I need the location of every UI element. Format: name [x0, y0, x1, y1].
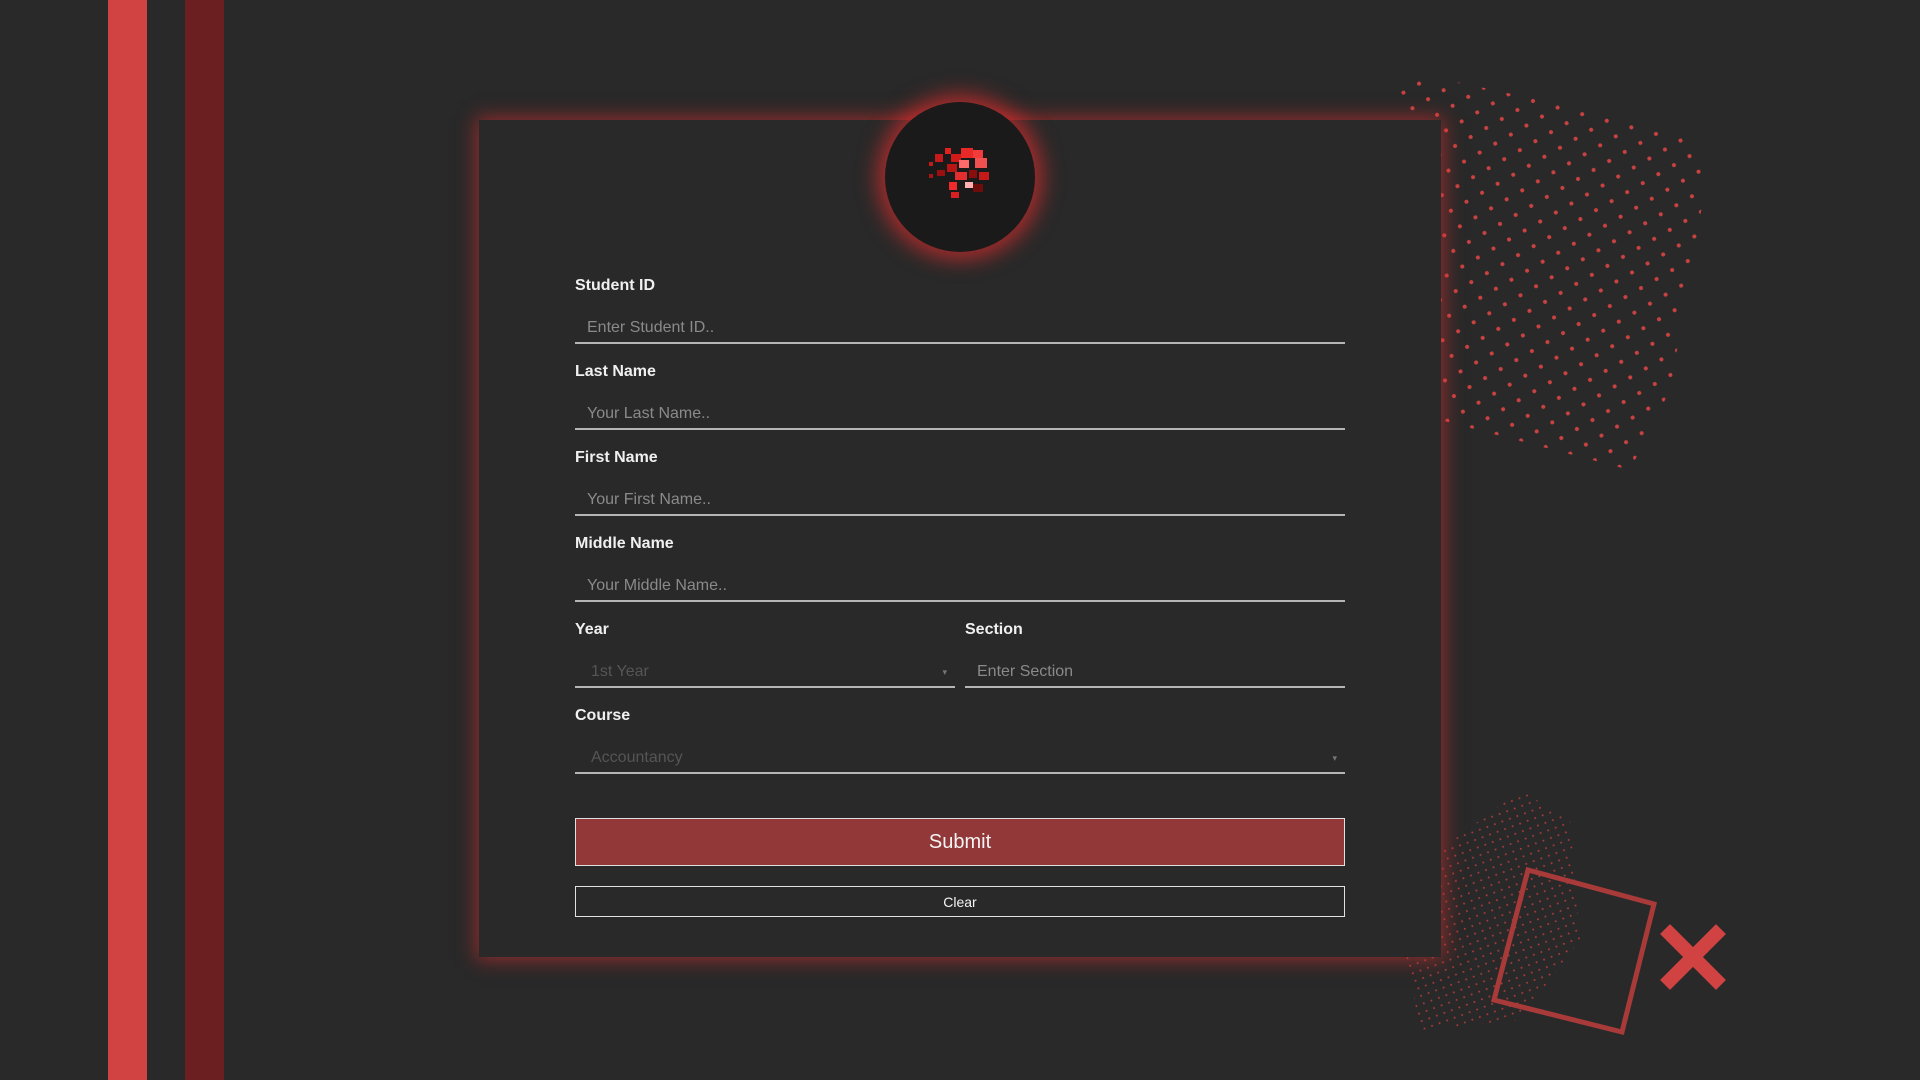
- course-field: Course Accountancy ▾: [575, 706, 1345, 774]
- course-label: Course: [575, 707, 631, 724]
- middle-name-field: Middle Name Your Middle Name..: [575, 534, 1345, 602]
- course-select-value: Accountancy: [591, 749, 683, 766]
- section-label: Section: [965, 621, 1023, 638]
- chevron-down-icon: ▾: [942, 667, 947, 677]
- last-name-input[interactable]: Your Last Name..: [575, 398, 1345, 430]
- section-input[interactable]: Enter Section: [965, 656, 1345, 688]
- decor-tilted-square: [1490, 866, 1726, 1036]
- student-id-field: Student ID Enter Student ID..: [575, 276, 1345, 344]
- student-id-input[interactable]: Enter Student ID..: [575, 312, 1345, 344]
- year-select[interactable]: 1st Year ▾: [575, 656, 955, 688]
- last-name-label: Last Name: [575, 363, 656, 380]
- last-name-field: Last Name Your Last Name..: [575, 362, 1345, 430]
- first-name-input[interactable]: Your First Name..: [575, 484, 1345, 516]
- year-field: Year 1st Year ▾: [575, 620, 955, 688]
- decor-stripe-light: [108, 0, 147, 1080]
- first-name-field: First Name Your First Name..: [575, 448, 1345, 516]
- decor-stripe-dark: [185, 0, 224, 1080]
- chevron-down-icon: ▾: [1332, 753, 1337, 763]
- logo-avatar: [885, 102, 1035, 252]
- first-name-label: First Name: [575, 449, 658, 466]
- page: Student ID Enter Student ID.. Last Name …: [0, 0, 1920, 1080]
- clear-button[interactable]: Clear: [575, 886, 1345, 917]
- course-select[interactable]: Accountancy ▾: [575, 742, 1345, 774]
- pixel-logo-icon: [929, 148, 989, 198]
- submit-button[interactable]: Submit: [575, 818, 1345, 866]
- student-id-label: Student ID: [575, 277, 655, 294]
- section-field: Section Enter Section: [965, 620, 1345, 688]
- close-icon: [1660, 924, 1726, 990]
- middle-name-input[interactable]: Your Middle Name..: [575, 570, 1345, 602]
- year-label: Year: [575, 621, 609, 638]
- year-select-value: 1st Year: [591, 663, 649, 680]
- middle-name-label: Middle Name: [575, 535, 674, 552]
